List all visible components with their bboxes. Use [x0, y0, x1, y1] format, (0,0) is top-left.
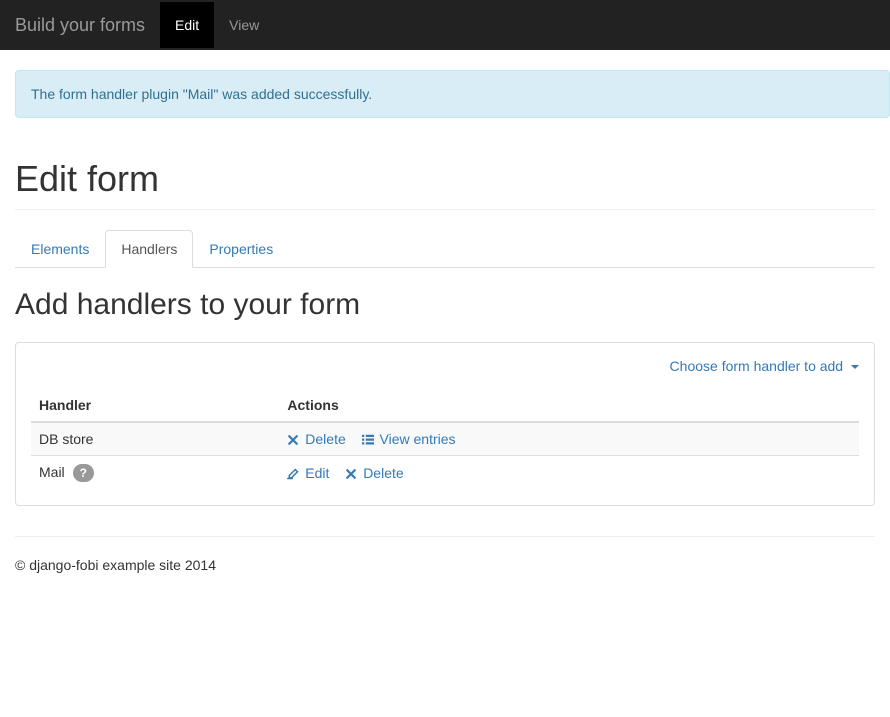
add-handler-dropdown[interactable]: Choose form handler to add [670, 358, 859, 374]
top-navbar: Build your forms Edit View [0, 0, 890, 50]
handler-actions: Delete View entries [279, 422, 859, 456]
handler-actions: Edit Delete [279, 456, 859, 491]
panel-toolbar: Choose form handler to add [31, 358, 859, 374]
edit-icon [287, 468, 299, 480]
handlers-table: Handler Actions DB store Delete View ent… [31, 389, 859, 490]
tab-handlers[interactable]: Handlers [105, 230, 193, 268]
handlers-panel: Choose form handler to add Handler Actio… [15, 342, 875, 506]
footer-divider [15, 536, 875, 537]
navbar-nav: Edit View [160, 2, 274, 48]
delete-button[interactable]: Delete [287, 431, 349, 447]
list-icon [362, 434, 374, 446]
view-entries-button[interactable]: View entries [362, 431, 456, 447]
add-handler-label: Choose form handler to add [670, 358, 844, 374]
caret-down-icon [851, 365, 859, 369]
edit-button[interactable]: Edit [287, 465, 333, 481]
section-title: Add handlers to your form [15, 288, 875, 322]
tab-elements[interactable]: Elements [15, 230, 105, 268]
form-tabs: Elements Handlers Properties [15, 230, 875, 268]
footer-text: © django-fobi example site 2014 [15, 557, 875, 573]
col-header-actions: Actions [279, 389, 859, 422]
help-badge[interactable]: ? [73, 464, 94, 482]
handler-name-cell: Mail ? [31, 456, 279, 491]
table-row: DB store Delete View entries [31, 422, 859, 456]
success-alert: The form handler plugin "Mail" was added… [15, 70, 890, 118]
page-header: Edit form [15, 158, 875, 210]
handler-name: DB store [31, 422, 279, 456]
remove-icon [345, 468, 357, 480]
alert-message: The form handler plugin "Mail" was added… [31, 86, 372, 102]
navbar-brand[interactable]: Build your forms [0, 0, 160, 51]
nav-item-edit[interactable]: Edit [160, 2, 214, 48]
handler-name: Mail [39, 464, 65, 480]
nav-item-view[interactable]: View [214, 2, 274, 48]
col-header-handler: Handler [31, 389, 279, 422]
delete-button[interactable]: Delete [345, 465, 403, 481]
tab-properties[interactable]: Properties [193, 230, 289, 268]
remove-icon [287, 434, 299, 446]
table-row: Mail ? Edit Delete [31, 456, 859, 491]
page-title: Edit form [15, 158, 875, 200]
